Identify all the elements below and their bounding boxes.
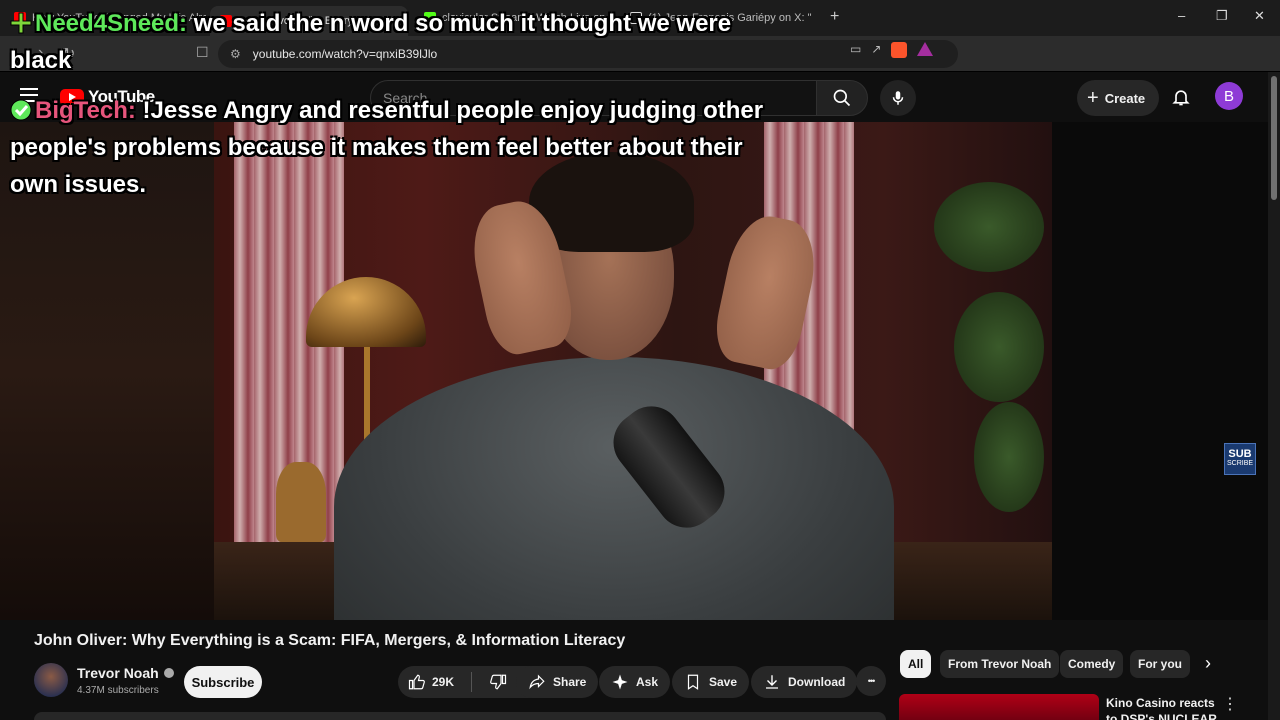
page-scrollbar[interactable]	[1268, 72, 1280, 720]
save-button[interactable]: Save	[672, 666, 750, 698]
verified-icon	[163, 668, 174, 678]
like-button[interactable]: 29K	[398, 666, 464, 698]
voice-search-button[interactable]	[880, 80, 916, 116]
chevron-right-icon[interactable]: ›	[1205, 653, 1225, 673]
dog-figurine	[276, 462, 326, 542]
video-title: John Oliver: Why Everything is a Scam: F…	[34, 632, 626, 649]
kebab-menu-icon[interactable]: ⋮	[1222, 694, 1238, 714]
recommended-video-thumbnail[interactable]	[899, 694, 1099, 720]
search-icon	[833, 89, 851, 107]
screen: How YouTube Changed My Life Already John…	[0, 0, 1280, 720]
channel-avatar[interactable]	[34, 663, 68, 697]
search-button[interactable]	[816, 80, 868, 116]
ambient-right	[1052, 122, 1268, 620]
divider	[471, 672, 473, 692]
subscribe-button[interactable]: Subscribe	[184, 666, 262, 698]
like-count: 29K	[432, 675, 455, 689]
watermark-text: SUB	[1228, 448, 1252, 460]
plant-leaf	[934, 182, 1044, 272]
microphone-icon	[892, 91, 904, 105]
create-label: Create	[1104, 90, 1146, 106]
download-button[interactable]: Download	[751, 666, 858, 698]
close-window-button[interactable]: ✕	[1254, 8, 1265, 24]
download-icon	[766, 675, 778, 689]
chat-message: Need4Sneed: we said the n word so much i…	[10, 5, 790, 79]
plus-icon: +	[1087, 86, 1099, 109]
sparkle-icon	[612, 674, 628, 690]
ask-label: Ask	[636, 675, 659, 689]
brave-shields-icon[interactable]	[891, 42, 908, 58]
check-badge-icon	[10, 99, 32, 121]
chip-all[interactable]: All	[900, 650, 932, 678]
account-avatar[interactable]: B	[1215, 82, 1243, 110]
save-label: Save	[709, 675, 738, 689]
subscribe-watermark[interactable]: SUB SCRIBE	[1224, 443, 1256, 475]
chip-from-channel[interactable]: From Trevor Noah	[940, 650, 1060, 678]
channel-name[interactable]: Trevor Noah	[77, 665, 159, 681]
more-icon: •••	[867, 676, 876, 686]
cast-icon[interactable]: ▭	[850, 42, 861, 58]
description-box[interactable]	[34, 712, 886, 720]
plant-leaf	[974, 402, 1044, 512]
ask-button[interactable]: Ask	[599, 666, 671, 698]
chat-username: Need4Sneed:	[35, 10, 188, 37]
bookmark-save-icon	[687, 674, 699, 690]
subscriber-count: 4.37M subscribers	[77, 685, 159, 696]
chip-for-you[interactable]: For you	[1130, 650, 1190, 678]
share-page-icon[interactable]: ↗	[871, 42, 881, 58]
plus-badge-icon	[10, 12, 32, 34]
dislike-button[interactable]	[479, 666, 517, 698]
create-button[interactable]: + Create	[1077, 80, 1160, 116]
brave-rewards-icon[interactable]	[917, 42, 934, 56]
bell-icon	[1172, 90, 1190, 106]
watermark-subtext: SCRIBE	[1226, 460, 1254, 467]
share-button[interactable]: Share	[516, 666, 599, 698]
scrollbar-thumb[interactable]	[1271, 76, 1277, 200]
plant-leaf	[954, 292, 1044, 402]
download-label: Download	[788, 675, 846, 689]
recommended-video-title[interactable]: Kino Casino reacts to DSP's NUCLEAR	[1106, 695, 1218, 720]
thumbs-down-icon	[490, 674, 507, 690]
minimize-button[interactable]: –	[1178, 8, 1185, 23]
chat-message: BigTech: !Jesse Angry and resentful peop…	[10, 92, 790, 203]
maximize-button[interactable]: ❐	[1216, 8, 1228, 24]
notifications-button[interactable]	[1168, 84, 1194, 110]
channel-name-row[interactable]: Trevor Noah	[77, 665, 174, 681]
chip-comedy[interactable]: Comedy	[1060, 650, 1124, 678]
omnibox-actions: ▭ ↗	[850, 42, 934, 58]
more-actions-button[interactable]: •••	[856, 666, 886, 696]
thumbs-up-icon	[408, 674, 425, 690]
chat-username: BigTech:	[35, 97, 136, 124]
share-label: Share	[553, 675, 587, 689]
share-icon	[529, 674, 545, 690]
new-tab-button[interactable]: +	[830, 8, 839, 26]
